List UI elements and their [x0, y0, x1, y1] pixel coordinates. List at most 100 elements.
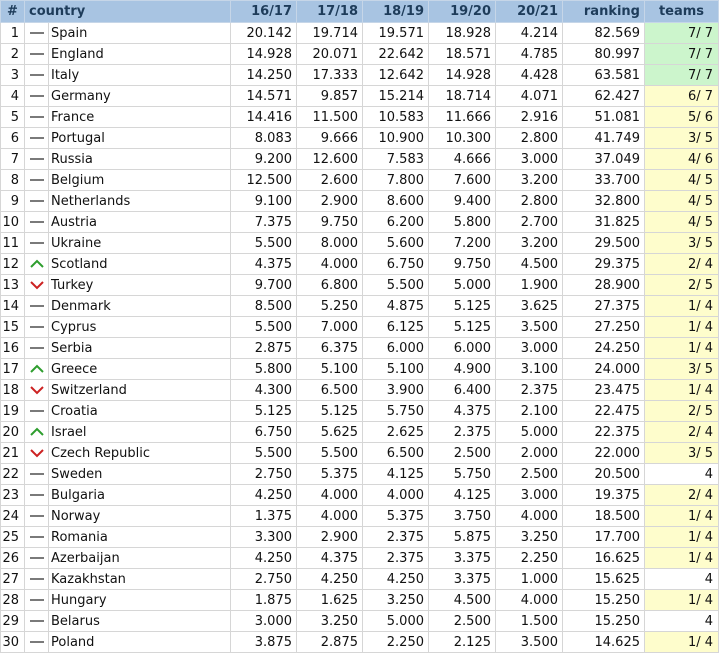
- dash-icon: [29, 494, 44, 496]
- rank-cell: 29: [0, 610, 25, 632]
- dash-icon: [29, 179, 44, 181]
- season-17-18-cell: 2.900: [296, 526, 363, 548]
- table-row: 21 Czech Republic 5.500 5.500 6.500 2.500 2.00…: [0, 442, 719, 464]
- rank-cell: 28: [0, 589, 25, 611]
- country-cell: Azerbaijan: [48, 547, 231, 569]
- teams-cell: 1/ 4: [644, 337, 719, 359]
- ranking-cell: 19.375: [562, 484, 645, 506]
- season-18-19-cell: 2.250: [362, 631, 429, 653]
- country-cell: Norway: [48, 505, 231, 527]
- ranking-cell: 31.825: [562, 211, 645, 233]
- arrow-down-icon: [29, 386, 44, 395]
- season-18-19-cell: 12.642: [362, 64, 429, 86]
- season-18-19-cell: 2.375: [362, 547, 429, 569]
- season-18-19-cell: 6.500: [362, 442, 429, 464]
- season-17-18-cell: 6.500: [296, 379, 363, 401]
- season-18-19-cell: 5.000: [362, 610, 429, 632]
- trend-cell: [24, 274, 49, 296]
- trend-cell: [24, 232, 49, 254]
- table-row: 17 Greece 5.800 5.100 5.100 4.900 3.100 24.000 3…: [0, 358, 719, 380]
- season-20-21-cell: 4.785: [495, 43, 563, 65]
- season-17-18-cell: 12.600: [296, 148, 363, 170]
- header-country[interactable]: country: [24, 0, 231, 23]
- teams-cell: 3/ 5: [644, 232, 719, 254]
- rank-cell: 27: [0, 568, 25, 590]
- header-teams[interactable]: teams: [644, 0, 719, 23]
- header-season-18-19[interactable]: 18/19: [362, 0, 429, 23]
- season-18-19-cell: 5.375: [362, 505, 429, 527]
- dash-icon: [29, 515, 44, 517]
- season-19-20-cell: 3.750: [428, 505, 496, 527]
- season-20-21-cell: 4.000: [495, 505, 563, 527]
- table-row: 25 Romania 3.300 2.900 2.375 5.875 3.250 17.700…: [0, 526, 719, 548]
- teams-cell: 1/ 4: [644, 547, 719, 569]
- rank-cell: 30: [0, 631, 25, 653]
- rank-cell: 7: [0, 148, 25, 170]
- table-row: 7 Russia 9.200 12.600 7.583 4.666 3.000 37.049 4…: [0, 148, 719, 170]
- season-17-18-cell: 2.900: [296, 190, 363, 212]
- season-17-18-cell: 6.800: [296, 274, 363, 296]
- season-19-20-cell: 11.666: [428, 106, 496, 128]
- season-16-17-cell: 12.500: [230, 169, 297, 191]
- season-16-17-cell: 5.500: [230, 316, 297, 338]
- header-season-20-21[interactable]: 20/21: [495, 0, 563, 23]
- rank-cell: 9: [0, 190, 25, 212]
- rank-cell: 24: [0, 505, 25, 527]
- table-body: 1 Spain 20.142 19.714 19.571 18.928 4.214 82.56…: [0, 22, 719, 653]
- season-20-21-cell: 2.250: [495, 547, 563, 569]
- country-cell: Croatia: [48, 400, 231, 422]
- trend-cell: [24, 568, 49, 590]
- season-20-21-cell: 1.900: [495, 274, 563, 296]
- season-19-20-cell: 2.125: [428, 631, 496, 653]
- arrow-up-icon: [29, 259, 44, 268]
- season-20-21-cell: 2.000: [495, 442, 563, 464]
- table-row: 4 Germany 14.571 9.857 15.214 18.714 4.071 62.4…: [0, 85, 719, 107]
- season-18-19-cell: 3.250: [362, 589, 429, 611]
- season-16-17-cell: 4.250: [230, 484, 297, 506]
- season-16-17-cell: 9.700: [230, 274, 297, 296]
- country-cell: Belarus: [48, 610, 231, 632]
- ranking-cell: 15.250: [562, 589, 645, 611]
- season-18-19-cell: 5.100: [362, 358, 429, 380]
- dash-icon: [29, 53, 44, 55]
- header-ranking[interactable]: ranking: [562, 0, 645, 23]
- country-cell: Kazakhstan: [48, 568, 231, 590]
- country-cell: Germany: [48, 85, 231, 107]
- country-cell: Spain: [48, 22, 231, 44]
- header-season-16-17[interactable]: 16/17: [230, 0, 297, 23]
- trend-cell: [24, 505, 49, 527]
- trend-cell: [24, 106, 49, 128]
- season-19-20-cell: 7.200: [428, 232, 496, 254]
- season-20-21-cell: 3.000: [495, 148, 563, 170]
- country-cell: Serbia: [48, 337, 231, 359]
- trend-cell: [24, 211, 49, 233]
- season-19-20-cell: 14.928: [428, 64, 496, 86]
- trend-cell: [24, 421, 49, 443]
- season-20-21-cell: 4.428: [495, 64, 563, 86]
- season-20-21-cell: 3.000: [495, 484, 563, 506]
- season-17-18-cell: 9.666: [296, 127, 363, 149]
- ranking-cell: 24.000: [562, 358, 645, 380]
- season-19-20-cell: 4.375: [428, 400, 496, 422]
- dash-icon: [29, 536, 44, 538]
- season-16-17-cell: 9.100: [230, 190, 297, 212]
- season-19-20-cell: 2.500: [428, 442, 496, 464]
- rank-cell: 23: [0, 484, 25, 506]
- country-cell: Hungary: [48, 589, 231, 611]
- season-16-17-cell: 14.250: [230, 64, 297, 86]
- season-16-17-cell: 4.375: [230, 253, 297, 275]
- season-18-19-cell: 10.900: [362, 127, 429, 149]
- trend-cell: [24, 64, 49, 86]
- trend-cell: [24, 190, 49, 212]
- season-17-18-cell: 9.857: [296, 85, 363, 107]
- season-16-17-cell: 2.750: [230, 463, 297, 485]
- country-cell: Sweden: [48, 463, 231, 485]
- season-17-18-cell: 2.600: [296, 169, 363, 191]
- header-season-19-20[interactable]: 19/20: [428, 0, 496, 23]
- trend-cell: [24, 127, 49, 149]
- season-20-21-cell: 4.000: [495, 589, 563, 611]
- header-rank[interactable]: #: [0, 0, 25, 23]
- header-season-17-18[interactable]: 17/18: [296, 0, 363, 23]
- season-17-18-cell: 5.125: [296, 400, 363, 422]
- rank-cell: 19: [0, 400, 25, 422]
